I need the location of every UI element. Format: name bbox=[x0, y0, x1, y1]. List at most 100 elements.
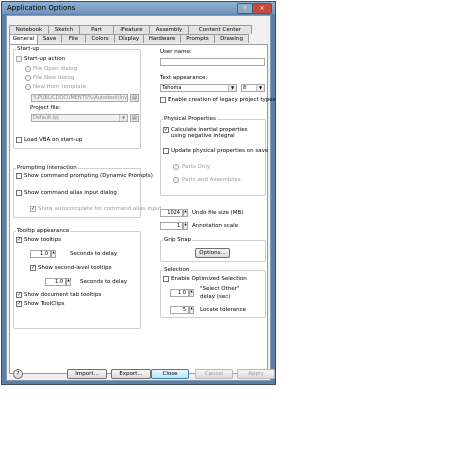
chevron-down-icon: ▼ bbox=[119, 115, 127, 121]
new-template-label: New from template bbox=[33, 84, 87, 90]
browse-project-icon[interactable]: ▤ bbox=[130, 114, 139, 122]
toolclips-label: Show ToolClips bbox=[24, 301, 65, 307]
text-appearance-label: Text appearance: bbox=[160, 75, 208, 81]
inertial-checkbox[interactable]: ✓ bbox=[163, 127, 169, 133]
file-open-label: File Open dialog bbox=[33, 66, 78, 72]
font-size-select[interactable]: 8 ▼ bbox=[241, 84, 265, 92]
export-button[interactable]: Export... bbox=[111, 369, 151, 379]
project-file-value: Default.ipj bbox=[33, 115, 59, 121]
tab-hardware[interactable]: Hardware bbox=[143, 34, 181, 43]
doc-tab-tooltips-label: Show document tab tooltips bbox=[24, 292, 102, 298]
tooltip-delay-spinner[interactable]: ▲ bbox=[51, 250, 56, 258]
browse-template-icon[interactable]: ▤ bbox=[130, 94, 139, 102]
application-options-window: Application Options ? ✕ Notebook Sketch … bbox=[1, 1, 276, 385]
locate-tolerance-field[interactable]: 5 bbox=[170, 306, 189, 314]
tab-drawing[interactable]: Drawing bbox=[214, 34, 249, 43]
locate-tolerance-spinner[interactable]: ▲ bbox=[189, 306, 194, 314]
parts-assemblies-label: Parts and Assemblies bbox=[182, 177, 241, 183]
parts-only-radio[interactable] bbox=[173, 164, 179, 170]
update-on-save-checkbox[interactable] bbox=[163, 148, 169, 154]
second-level-label: Show second-level tooltips bbox=[38, 265, 112, 271]
tab-save[interactable]: Save bbox=[37, 34, 62, 43]
physical-properties-title: Physical Properties bbox=[163, 116, 217, 122]
annotation-scale-label: Annotation scale bbox=[192, 223, 239, 229]
title-bar[interactable]: Application Options ? ✕ bbox=[2, 2, 275, 14]
second-delay-spinner[interactable]: ▲ bbox=[66, 278, 71, 286]
user-name-field[interactable] bbox=[160, 58, 265, 66]
tooltip-delay-label: Seconds to delay bbox=[70, 251, 118, 257]
second-delay-field[interactable]: 1.0 bbox=[45, 278, 66, 286]
apply-button[interactable]: Apply bbox=[237, 369, 275, 379]
tab-assembly[interactable]: Assembly bbox=[149, 25, 189, 34]
select-other-delay-spinner[interactable]: ▲ bbox=[189, 289, 194, 297]
close-icon[interactable]: ✕ bbox=[252, 3, 272, 14]
startup-action-checkbox[interactable] bbox=[16, 56, 22, 62]
second-level-checkbox[interactable]: ✓ bbox=[30, 265, 36, 271]
tab-row-1: Notebook Sketch Part iFeature Assembly C… bbox=[9, 25, 252, 34]
tab-part[interactable]: Part bbox=[79, 25, 114, 34]
tab-notebook[interactable]: Notebook bbox=[9, 25, 49, 34]
tab-display[interactable]: Display bbox=[114, 34, 144, 43]
grip-snap-options-button[interactable]: Options... bbox=[195, 248, 230, 258]
tab-sketch[interactable]: Sketch bbox=[48, 25, 80, 34]
tooltip-delay-field[interactable]: 1.0 bbox=[30, 250, 51, 258]
font-select[interactable]: Tahoma ▼ bbox=[160, 84, 237, 92]
tab-ifeature[interactable]: iFeature bbox=[113, 25, 150, 34]
chevron-down-icon: ▼ bbox=[228, 85, 236, 91]
tab-content-center[interactable]: Content Center bbox=[188, 25, 252, 34]
chevron-down-icon: ▼ bbox=[256, 85, 264, 91]
window-title: Application Options bbox=[7, 4, 76, 12]
help-icon[interactable]: ? bbox=[13, 369, 23, 379]
grip-snap-title: Grip Snap bbox=[163, 237, 193, 243]
tab-prompts[interactable]: Prompts bbox=[180, 34, 215, 43]
annotation-scale-field[interactable]: 1 bbox=[160, 222, 183, 230]
load-vba-checkbox[interactable] bbox=[16, 137, 22, 143]
tab-row-2: General Save File Colors Display Hardwar… bbox=[9, 34, 249, 44]
optimized-selection-checkbox[interactable] bbox=[163, 276, 169, 282]
template-path-field[interactable]: %PUBLICDOCUMENTS%\Autodesk\Inv bbox=[31, 94, 128, 102]
prompting-group-title: Prompting interaction bbox=[16, 165, 78, 171]
cancel-button[interactable]: Cancel bbox=[195, 369, 233, 379]
project-file-label: Project file: bbox=[30, 105, 61, 111]
tab-colors[interactable]: Colors bbox=[85, 34, 115, 43]
startup-group-title: Start-up bbox=[16, 46, 41, 52]
show-tooltips-checkbox[interactable]: ✓ bbox=[16, 237, 22, 243]
second-delay-label: Seconds to delay bbox=[80, 279, 128, 285]
file-open-radio[interactable] bbox=[25, 66, 31, 72]
command-prompting-checkbox[interactable] bbox=[16, 173, 22, 179]
startup-action-label: Start-up action bbox=[24, 56, 66, 62]
tab-general[interactable]: General bbox=[9, 34, 38, 44]
general-tab-page: Start-up Start-up action File Open dialo… bbox=[9, 44, 276, 374]
autocomplete-checkbox[interactable]: ✓ bbox=[30, 206, 36, 212]
autocomplete-label: Show autocomplete for command alias inpu… bbox=[38, 206, 162, 212]
new-template-radio[interactable] bbox=[25, 84, 31, 90]
help-icon[interactable]: ? bbox=[237, 3, 253, 14]
import-button[interactable]: Import... bbox=[67, 369, 107, 379]
doc-tab-tooltips-checkbox[interactable]: ✓ bbox=[16, 292, 22, 298]
user-name-label: User name: bbox=[160, 49, 192, 55]
legacy-projects-checkbox[interactable] bbox=[160, 97, 166, 103]
toolclips-checkbox[interactable]: ✓ bbox=[16, 301, 22, 307]
tab-file[interactable]: File bbox=[61, 34, 86, 43]
parts-assemblies-radio[interactable] bbox=[173, 177, 179, 183]
show-tooltips-label: Show tooltips bbox=[24, 237, 62, 243]
optimized-selection-label: Enable Optimized Selection bbox=[171, 276, 247, 282]
select-other-delay-label: "Select Other" delay (sec) bbox=[200, 286, 240, 300]
annotation-scale-spinner[interactable]: ▲ bbox=[183, 222, 188, 230]
select-other-delay-field[interactable]: 1.0 bbox=[170, 289, 189, 297]
load-vba-label: Load VBA on start-up bbox=[24, 137, 83, 143]
inertial-label: Calculate inertial properties using nega… bbox=[171, 127, 248, 139]
font-size-value: 8 bbox=[243, 85, 247, 91]
dialog-body: Notebook Sketch Part iFeature Assembly C… bbox=[6, 15, 276, 381]
project-file-select[interactable]: Default.ipj ▼ bbox=[31, 114, 128, 122]
command-prompting-label: Show command prompting (Dynamic Prompts) bbox=[24, 173, 153, 179]
legacy-projects-label: Enable creation of legacy project types bbox=[168, 97, 276, 103]
parts-only-label: Parts Only bbox=[182, 164, 211, 170]
close-button[interactable]: Close bbox=[151, 369, 189, 379]
alias-dialog-checkbox[interactable] bbox=[16, 190, 22, 196]
undo-size-field[interactable]: 1024 bbox=[160, 209, 183, 217]
undo-size-spinner[interactable]: ▲ bbox=[183, 209, 188, 217]
file-new-radio[interactable] bbox=[25, 75, 31, 81]
undo-size-label: Undo file size (MB) bbox=[192, 210, 244, 216]
font-select-value: Tahoma bbox=[162, 85, 182, 91]
